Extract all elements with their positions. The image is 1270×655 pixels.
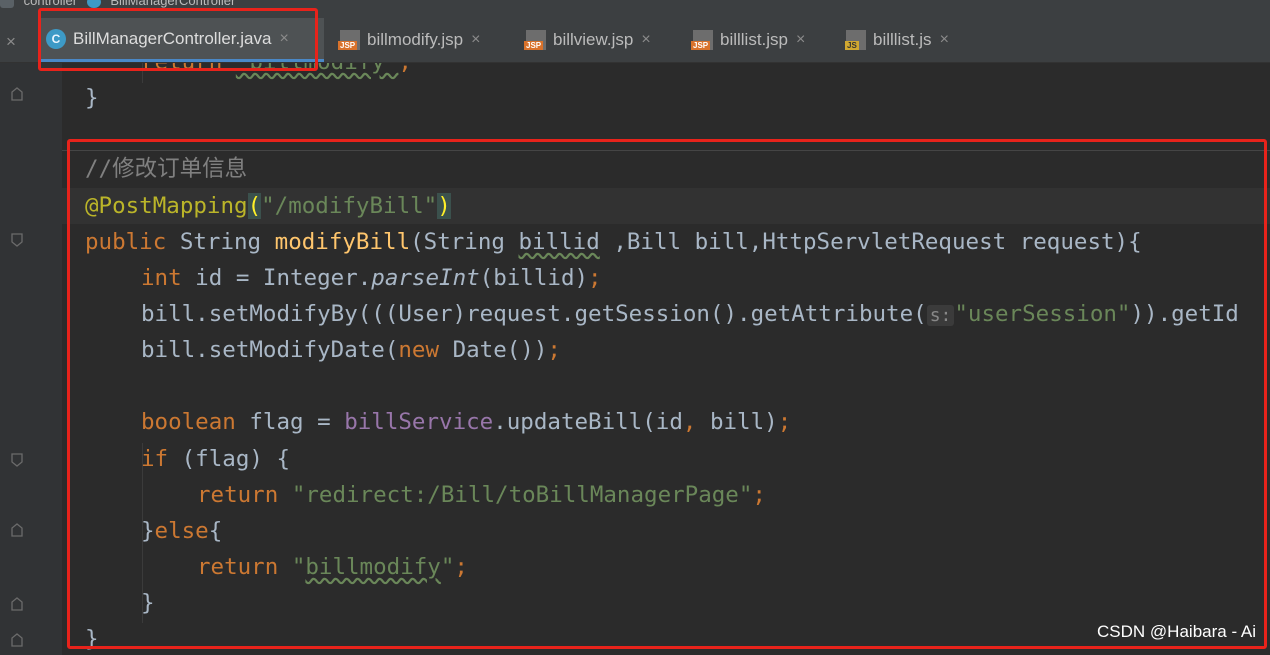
- fold-end-icon[interactable]: [11, 597, 23, 611]
- editor-tab-bar: × C BillManagerController.java × billmod…: [0, 10, 1270, 63]
- parameter-hint: s:: [926, 305, 955, 326]
- fold-start-icon[interactable]: [11, 233, 23, 247]
- fold-end-icon[interactable]: [11, 87, 23, 101]
- code-line: if (flag) {: [141, 446, 291, 472]
- tab-label: BillManagerController.java: [73, 28, 272, 48]
- tab-close-icon[interactable]: ×: [940, 31, 949, 49]
- tab-billmodify-jsp[interactable]: billmodify.jsp ×: [332, 18, 512, 62]
- jsp-file-icon: [691, 30, 713, 50]
- code-editor[interactable]: return "billmodify"; } //修改订单信息 @PostMap…: [62, 63, 1270, 655]
- tab-billlist-js[interactable]: billlist.js ×: [838, 18, 972, 62]
- editor-gutter: [0, 63, 62, 655]
- code-line: }: [85, 85, 99, 111]
- tab-label: billlist.jsp: [720, 30, 789, 49]
- code-line-annotation: @PostMapping("/modifyBill"): [85, 193, 451, 219]
- breadcrumb-item-class[interactable]: BillManagerController: [110, 0, 235, 8]
- tab-billmanagercontroller-java[interactable]: C BillManagerController.java ×: [38, 18, 324, 62]
- fold-end-icon[interactable]: [11, 633, 23, 647]
- tab-close-icon[interactable]: ×: [796, 31, 805, 49]
- tab-close-icon[interactable]: ×: [641, 31, 650, 49]
- tab-close-icon[interactable]: ×: [279, 30, 288, 48]
- code-line-method-signature: public String modifyBill(String billid ,…: [85, 229, 1142, 255]
- code-line: bill.setModifyBy(((User)request.getSessi…: [141, 301, 1239, 327]
- code-line: return "billmodify";: [141, 63, 412, 80]
- close-icon[interactable]: ×: [6, 32, 16, 52]
- tab-label: billlist.js: [873, 30, 932, 49]
- code-line: }: [85, 626, 99, 652]
- java-class-icon: C: [46, 28, 66, 49]
- code-line: int id = Integer.parseInt(billid);: [141, 265, 602, 291]
- watermark: CSDN @Haibara - Ai: [1097, 622, 1256, 641]
- java-class-icon: [86, 0, 101, 8]
- code-line: }: [141, 590, 155, 616]
- tab-billview-jsp[interactable]: billview.jsp ×: [518, 18, 680, 62]
- js-file-icon: [845, 30, 866, 50]
- code-line: boolean flag = billService.updateBill(id…: [141, 409, 792, 435]
- code-line: return "billmodify";: [197, 554, 468, 580]
- tab-billlist-jsp[interactable]: billlist.jsp ×: [685, 18, 832, 62]
- jsp-file-icon: [524, 30, 546, 50]
- tab-label: billview.jsp: [553, 30, 634, 49]
- fold-end-icon[interactable]: [11, 523, 23, 537]
- code-line: }else{: [141, 518, 223, 544]
- breadcrumb: controller BillManagerController: [0, 0, 1270, 10]
- code-line: bill.setModifyDate(new Date());: [141, 337, 561, 363]
- code-line: return "redirect:/Bill/toBillManagerPage…: [197, 482, 766, 508]
- breadcrumb-item-controller[interactable]: controller: [24, 0, 77, 8]
- package-icon: [0, 0, 14, 8]
- code-line-comment: //修改订单信息: [85, 156, 248, 182]
- jsp-file-icon: [338, 30, 360, 50]
- tab-close-icon[interactable]: ×: [471, 31, 480, 49]
- tab-label: billmodify.jsp: [367, 30, 464, 49]
- fold-start-icon[interactable]: [11, 453, 23, 467]
